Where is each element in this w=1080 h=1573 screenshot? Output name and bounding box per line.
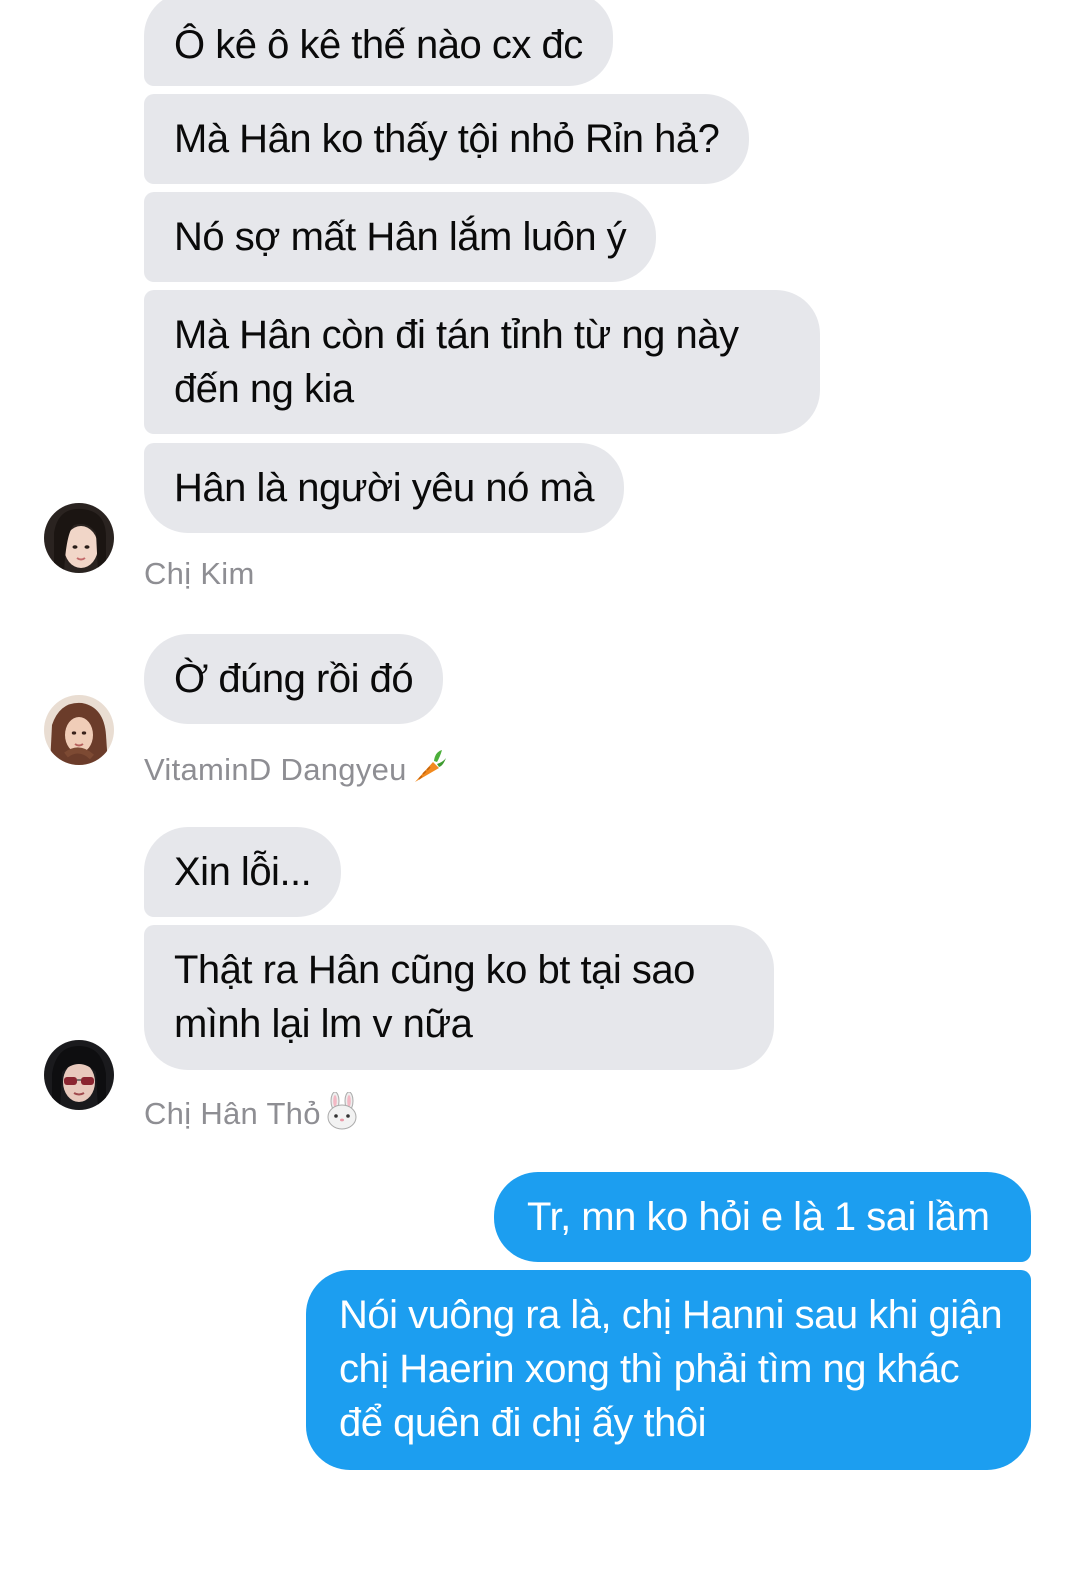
message-text: Ô kê ô kê thế nào cx đc — [174, 23, 583, 67]
message-bubble[interactable]: Nó sợ mất Hân lắm luôn ý — [144, 192, 657, 282]
message-text: Nói vuông ra là, chị Hanni sau khi giận … — [339, 1293, 1003, 1445]
message-bubble[interactable]: Hân là người yêu nó mà — [144, 443, 625, 533]
message-bubble[interactable]: Mà Hân còn đi tán tỉnh từ ng này đến ng … — [144, 290, 820, 434]
message-bubble[interactable]: Xin lỗi... — [144, 827, 342, 917]
message-text: Tr, mn ko hỏi e là 1 sai lầm — [527, 1195, 990, 1239]
message-bubble[interactable]: Nói vuông ra là, chị Hanni sau khi giận … — [306, 1270, 1031, 1470]
avatar[interactable] — [44, 1040, 114, 1110]
message-text: Xin lỗi... — [174, 850, 312, 894]
message-text: Nó sợ mất Hân lắm luôn ý — [174, 215, 627, 259]
message-bubble[interactable]: Thật ra Hân cũng ko bt tại sao mình lại … — [144, 925, 774, 1070]
rabbit-icon — [323, 1091, 361, 1138]
message-text: Mà Hân còn đi tán tỉnh từ ng này đến ng … — [174, 313, 739, 411]
carrot-icon — [409, 748, 447, 794]
message-text: Ờ đúng rồi đó — [174, 657, 414, 701]
avatar[interactable] — [44, 695, 114, 765]
sender-name: Chị Kim — [144, 556, 255, 591]
message-bubble[interactable]: Ờ đúng rồi đó — [144, 634, 444, 724]
message-bubble[interactable]: Ô kê ô kê thế nào cx đc — [144, 0, 613, 86]
sender-name: Chị Hân Thỏ — [144, 1091, 361, 1138]
message-text: Hân là người yêu nó mà — [174, 466, 595, 510]
sender-name: VitaminD Dangyeu — [144, 748, 447, 794]
sender-name-text: VitaminD Dangyeu — [144, 752, 407, 787]
message-bubble[interactable]: Tr, mn ko hỏi e là 1 sai lầm — [494, 1172, 1031, 1262]
avatar[interactable] — [44, 503, 114, 573]
sender-name-text: Chị Hân Thỏ — [144, 1096, 321, 1131]
message-bubble[interactable]: Mà Hân ko thấy tội nhỏ Rỉn hả? — [144, 94, 750, 184]
message-text: Mà Hân ko thấy tội nhỏ Rỉn hả? — [174, 117, 720, 161]
message-text: Thật ra Hân cũng ko bt tại sao mình lại … — [174, 948, 695, 1046]
